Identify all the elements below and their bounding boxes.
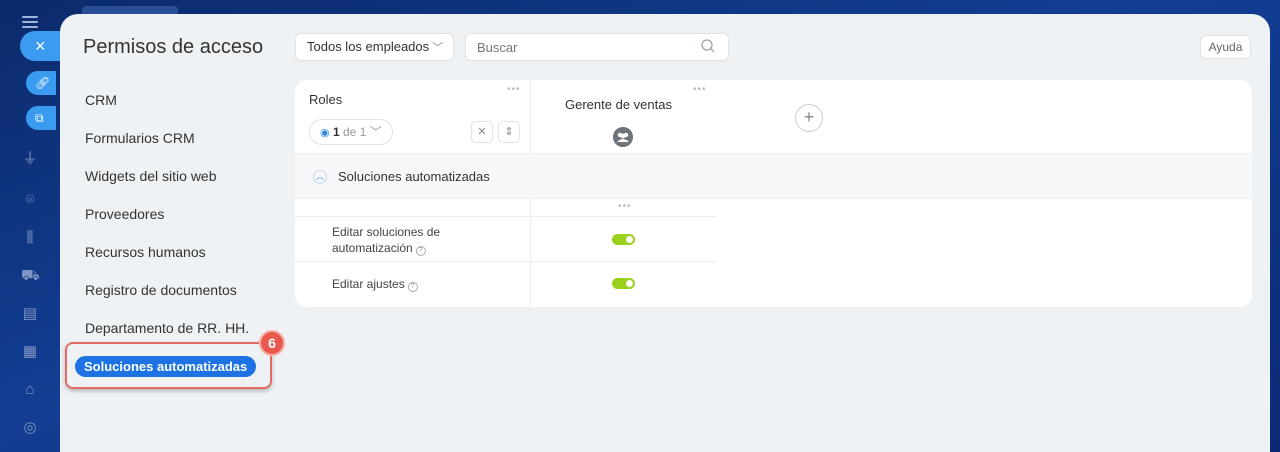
sidebar-item-website-widgets[interactable]: Widgets del sitio web [85,168,217,184]
permissions-table: Roles ••• ◉ 1 de 1 ﹀ ✕ ⇕ ••• Gerente de … [295,80,1252,307]
sidebar-item-automated-solutions[interactable]: Soluciones automatizadas [75,356,257,377]
permission-label-text: Editar ajustes [332,277,405,291]
roles-header: Roles [309,92,343,107]
open-external-icon[interactable]: ⧉ [26,106,56,130]
permission-label: Editar ajustes? [332,276,482,292]
filter-icon[interactable]: ⏚ [21,150,39,168]
chevron-up-icon[interactable]: ︿ [313,170,327,184]
permission-toggle[interactable] [612,234,635,245]
calendar-icon[interactable]: ▦ [21,343,39,361]
permission-toggle[interactable] [612,278,635,289]
permission-label: Editar soluciones de automatización? [332,224,482,256]
page-title: Permisos de acceso [83,36,264,58]
expand-all-icon[interactable]: ⇕ [498,121,520,143]
employee-filter-select[interactable]: Todos los empleados ﹀ [295,33,454,61]
close-icon[interactable]: × [20,31,64,61]
sidebar-item-crm[interactable]: CRM [85,92,117,108]
help-icon[interactable]: ? [415,246,426,256]
section-label: Soluciones automatizadas [338,169,490,184]
table-row: Editar soluciones de automatización? [295,216,716,262]
robot-icon[interactable]: ⌾ [21,191,39,209]
pager-of: de 1 [342,125,367,139]
group-icon [613,127,633,147]
help-icon[interactable]: ? [407,282,418,292]
sidebar-item-crm-forms[interactable]: Formularios CRM [85,130,195,146]
more-icon[interactable]: ••• [507,84,521,95]
target-icon[interactable]: ◎ [21,419,39,437]
collapse-all-icon[interactable]: ✕ [471,121,493,143]
role-more-icon[interactable]: ••• [693,84,707,95]
access-permissions-panel: Permisos de acceso Todos los empleados ﹀ … [60,14,1270,452]
store-icon[interactable]: ⌂ [21,381,39,399]
section-more-icon[interactable]: ••• [618,201,632,212]
sidebar-item-hr-department[interactable]: Departamento de RR. HH. [85,320,249,336]
pager-current: 1 [332,125,340,139]
role-pager[interactable]: ◉ 1 de 1 ﹀ [309,119,393,145]
help-button[interactable]: Ayuda [1200,35,1251,59]
employee-filter-label: Todos los empleados [307,39,430,54]
contact-card-icon[interactable]: ▤ [21,305,39,323]
app-rail: × 🔗︎ ⧉ ⏚ ⌾ ⫼ ⛟ ▤ ▦ ⌂ ◎ [0,0,64,452]
search-input[interactable] [465,33,729,61]
highlight-frame: Soluciones automatizadas [65,342,272,389]
add-role-button[interactable]: + [795,104,823,132]
hamburger-icon[interactable] [22,16,38,28]
eye-icon: ◉ [320,127,330,139]
sidebar-item-human-resources[interactable]: Recursos humanos [85,244,206,260]
search-icon [701,39,715,53]
role-column-sales-manager[interactable]: Gerente de ventas [565,97,672,112]
cart-icon[interactable]: ⛟ [21,267,40,285]
chevron-down-icon: ﹀ [432,42,444,54]
sidebar-item-suppliers[interactable]: Proveedores [85,206,164,222]
link-icon[interactable]: 🔗︎ [26,71,56,95]
table-row: Editar ajustes? [295,262,716,307]
chevron-down-icon: ﹀ [369,125,382,139]
section-row[interactable]: ︿ Soluciones automatizadas [295,153,1252,199]
sidebar-item-document-registry[interactable]: Registro de documentos [85,282,237,298]
chart-icon[interactable]: ⫼ [21,229,39,247]
step-badge: 6 [259,330,285,356]
